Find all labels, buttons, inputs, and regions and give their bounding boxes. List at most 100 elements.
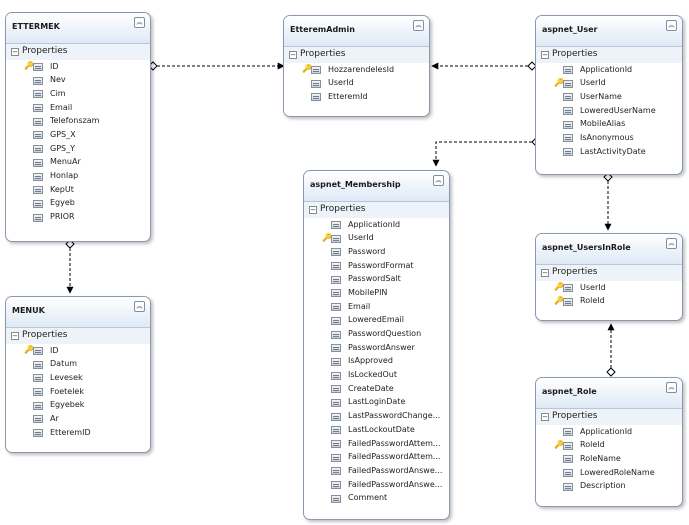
property-row[interactable]: LoweredRoleName: [536, 466, 682, 480]
entity-aspnet-membership[interactable]: aspnet_Membership ︽ − Properties Applica…: [303, 170, 450, 520]
property-row[interactable]: IsLockedOut: [304, 369, 449, 383]
entity-header[interactable]: MENUK ︽: [6, 297, 150, 328]
property-row[interactable]: 🔑 UserId: [536, 281, 682, 295]
minus-icon[interactable]: −: [541, 51, 549, 59]
properties-section-header[interactable]: − Properties: [536, 409, 682, 425]
association-role-usersinrole[interactable]: [606, 323, 616, 377]
association-user-usersinrole[interactable]: [603, 172, 613, 231]
properties-section-header[interactable]: − Properties: [284, 47, 429, 63]
property-row[interactable]: UserId: [284, 77, 429, 91]
association-ettermek-menuk[interactable]: [65, 239, 75, 294]
entity-ettermek[interactable]: ETTERMEK ︽ − Properties 🔑 ID Nev Cim Emai…: [5, 12, 151, 242]
property-row[interactable]: IsApproved: [304, 355, 449, 369]
property-row[interactable]: LastPasswordChange...: [304, 410, 449, 424]
properties-section-header[interactable]: − Properties: [536, 47, 682, 63]
association-user-membership[interactable]: [432, 137, 541, 167]
association-ettermek-etteremadmin[interactable]: [148, 61, 285, 71]
property-row[interactable]: FailedPasswordAnswe...: [304, 478, 449, 492]
entity-header[interactable]: ETTERMEK ︽: [6, 13, 150, 44]
properties-section-header[interactable]: − Properties: [6, 44, 150, 60]
property-row[interactable]: 🔑 ID: [6, 344, 150, 358]
minus-icon[interactable]: −: [309, 206, 317, 214]
collapse-icon[interactable]: ︽: [666, 382, 677, 393]
property-row[interactable]: ApplicationId: [536, 425, 682, 439]
entity-etteremadmin[interactable]: EtteremAdmin ︽ − Properties 🔑 Hozzarendel…: [283, 15, 430, 117]
collapse-icon[interactable]: ︽: [666, 20, 677, 31]
property-row[interactable]: GPS_X: [6, 128, 150, 142]
property-row[interactable]: MobileAlias: [536, 118, 682, 132]
property-row[interactable]: ApplicationId: [304, 218, 449, 232]
property-row[interactable]: Comment: [304, 492, 449, 506]
entity-header[interactable]: aspnet_Membership ︽: [304, 171, 449, 202]
property-row[interactable]: EtteremID: [6, 426, 150, 440]
property-row[interactable]: Egyebek: [6, 399, 150, 413]
minus-icon[interactable]: −: [11, 48, 19, 56]
property-row[interactable]: LastLockoutDate: [304, 423, 449, 437]
property-row[interactable]: FailedPasswordAttem...: [304, 451, 449, 465]
property-row[interactable]: MobilePIN: [304, 286, 449, 300]
property-row[interactable]: Nev: [6, 74, 150, 88]
entity-aspnet-role[interactable]: aspnet_Role ︽ − Properties ApplicationId…: [535, 377, 683, 507]
property-row[interactable]: PasswordQuestion: [304, 328, 449, 342]
property-row[interactable]: Ar: [6, 412, 150, 426]
properties-section-header[interactable]: − Properties: [304, 202, 449, 218]
property-row[interactable]: Telefonszam: [6, 115, 150, 129]
property-row[interactable]: Email: [6, 101, 150, 115]
property-icon: [563, 441, 573, 450]
property-row[interactable]: LoweredUserName: [536, 104, 682, 118]
entity-header[interactable]: aspnet_User ︽: [536, 16, 682, 47]
property-row[interactable]: PasswordFormat: [304, 259, 449, 273]
property-row[interactable]: PRIOR: [6, 211, 150, 225]
association-user-etteremadmin[interactable]: [431, 61, 537, 71]
entity-aspnet-user[interactable]: aspnet_User ︽ − Properties ApplicationId…: [535, 15, 683, 175]
minus-icon[interactable]: −: [289, 51, 297, 59]
minus-icon[interactable]: −: [541, 269, 549, 277]
property-row[interactable]: 🔑 UserId: [536, 77, 682, 91]
collapse-icon[interactable]: ︽: [413, 20, 424, 31]
property-row[interactable]: LastLoginDate: [304, 396, 449, 410]
property-row[interactable]: 🔑 ID: [6, 60, 150, 74]
collapse-icon[interactable]: ︽: [666, 238, 677, 249]
property-row[interactable]: 🔑 HozzarendelesId: [284, 63, 429, 77]
property-row[interactable]: Egyeb: [6, 197, 150, 211]
property-row[interactable]: 🔑 RoleId: [536, 439, 682, 453]
property-row[interactable]: UserName: [536, 90, 682, 104]
property-row[interactable]: GPS_Y: [6, 142, 150, 156]
property-row[interactable]: PasswordSalt: [304, 273, 449, 287]
property-row[interactable]: LastActivityDate: [536, 145, 682, 159]
entity-header[interactable]: EtteremAdmin ︽: [284, 16, 429, 47]
entity-aspnet-usersinrole[interactable]: aspnet_UsersInRole ︽ − Properties 🔑 UserI…: [535, 233, 683, 321]
collapse-icon[interactable]: ︽: [134, 301, 145, 312]
entity-header[interactable]: aspnet_UsersInRole ︽: [536, 234, 682, 265]
property-row[interactable]: CreateDate: [304, 382, 449, 396]
property-row[interactable]: Levesek: [6, 371, 150, 385]
property-row[interactable]: LoweredEmail: [304, 314, 449, 328]
property-row[interactable]: FailedPasswordAttem...: [304, 437, 449, 451]
property-row[interactable]: Cim: [6, 87, 150, 101]
entity-header[interactable]: aspnet_Role ︽: [536, 378, 682, 409]
property-row[interactable]: 🔑 RoleId: [536, 295, 682, 309]
property-row[interactable]: Foetelek: [6, 385, 150, 399]
entity-menuk[interactable]: MENUK ︽ − Properties 🔑 ID Datum Levesek F…: [5, 296, 151, 453]
properties-section-header[interactable]: − Properties: [536, 265, 682, 281]
property-row[interactable]: Password: [304, 245, 449, 259]
property-row[interactable]: RoleName: [536, 452, 682, 466]
minus-icon[interactable]: −: [11, 332, 19, 340]
properties-section-header[interactable]: − Properties: [6, 328, 150, 344]
property-row[interactable]: Datum: [6, 358, 150, 372]
property-row[interactable]: KepUt: [6, 183, 150, 197]
property-row[interactable]: IsAnonymous: [536, 131, 682, 145]
minus-icon[interactable]: −: [541, 413, 549, 421]
property-row[interactable]: Honlap: [6, 170, 150, 184]
collapse-icon[interactable]: ︽: [433, 175, 444, 186]
property-row[interactable]: Description: [536, 480, 682, 494]
property-row[interactable]: MenuAr: [6, 156, 150, 170]
collapse-icon[interactable]: ︽: [134, 17, 145, 28]
property-row[interactable]: EtteremId: [284, 90, 429, 104]
property-row[interactable]: 🔑 UserId: [304, 232, 449, 246]
property-row[interactable]: Email: [304, 300, 449, 314]
property-row[interactable]: FailedPasswordAnswe...: [304, 464, 449, 478]
property-row[interactable]: PasswordAnswer: [304, 341, 449, 355]
property-row[interactable]: ApplicationId: [536, 63, 682, 77]
property-icon: [331, 385, 341, 394]
